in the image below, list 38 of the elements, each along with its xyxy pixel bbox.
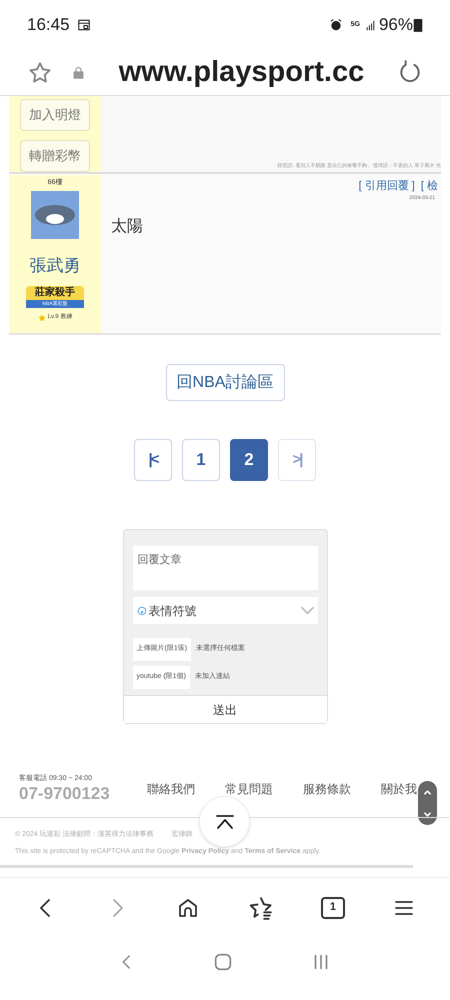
home-icon [212, 951, 234, 973]
scroll-to-top-button[interactable] [199, 796, 250, 847]
emoji-select[interactable]: 表情符號 [132, 597, 318, 624]
phone-number: 07-9700123 [19, 784, 110, 804]
chevron-down-icon [424, 812, 431, 816]
post-body: 太陽 [111, 216, 144, 237]
star-icon [38, 314, 46, 322]
chevron-up-icon [424, 790, 431, 794]
back-to-forum-button[interactable]: 回NBA討論區 [166, 364, 284, 401]
lock-icon [71, 65, 86, 80]
url-text[interactable]: www.playsport.cc [86, 50, 397, 94]
scroll-to-top-icon [214, 814, 234, 830]
star-icon [27, 60, 53, 86]
bookmarks-icon [248, 894, 274, 920]
footer-link[interactable]: 關於我 [380, 780, 417, 798]
avatar-image [31, 190, 79, 238]
calendar-icon [76, 18, 91, 32]
tabs-button[interactable]: 1 [320, 896, 345, 918]
status-time: 16:45 [27, 14, 70, 36]
action-button[interactable]: 加入明燈 [20, 99, 90, 131]
battery-level: 96% [378, 14, 413, 36]
submit-button[interactable]: 送出 [124, 695, 326, 723]
post-action-link[interactable]: [ 檢 [420, 178, 438, 194]
chevron-down-icon [300, 606, 314, 615]
author-name[interactable]: 張武勇 [30, 252, 80, 278]
page-button[interactable]: 1 [182, 439, 220, 481]
action-button[interactable]: 轉贈彩幣 [20, 140, 90, 172]
post-action-link[interactable]: [ 引用回覆 ] [358, 178, 415, 194]
page-button[interactable]: 2 [230, 439, 268, 481]
smiley-icon [136, 606, 146, 616]
page-button[interactable]: |< [134, 439, 172, 481]
alarm-icon [328, 18, 343, 32]
reply-text-field[interactable]: 回覆文章 [132, 546, 318, 590]
battery-icon [413, 18, 423, 32]
footer-link[interactable]: 常見問題 [224, 780, 273, 798]
footer-link[interactable]: 聯絡我們 [146, 780, 195, 798]
scroll-arrows-button[interactable] [418, 781, 437, 825]
footer-link[interactable]: 服務條款 [302, 780, 351, 798]
